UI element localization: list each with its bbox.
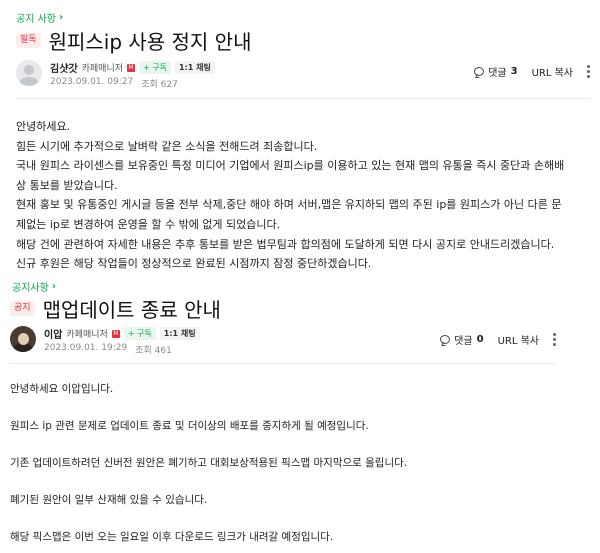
author-meta: 이압 카페매니저 M + 구독 1:1 채팅 2023.09.01. 19:29… [44, 326, 200, 356]
subscribe-button[interactable]: + 구독 [139, 61, 171, 74]
divider [10, 363, 556, 364]
chevron-right-icon: › [58, 12, 64, 23]
body-line: 현재 홍보 및 유통중인 게시글 등을 전부 삭제,중단 해야 하며 서버,맵은… [16, 198, 562, 212]
body-line: 안녕하세요 이압입니다. [10, 383, 114, 395]
post-body: 안녕하세요. 힘든 시기에 추가적으로 날벼락 같은 소식을 전해드려 죄송합니… [16, 117, 564, 274]
author-nickname[interactable]: 이압 [44, 326, 62, 341]
body-line: 제없는 ip로 변경하여 운영을 할 수 밖에 없게 되었습니다. [16, 217, 281, 231]
body-line: 국내 원피스 라이센스를 보유중인 특정 미디어 기업에서 원피스ip를 이용하… [16, 159, 565, 173]
body-line: 신규 후원은 해당 작업들이 정상적으로 완료된 시점까지 잠정 중단하겠습니다… [16, 257, 372, 271]
post-actions: 댓글 0 URL 복사 [440, 332, 556, 347]
chat-button[interactable]: 1:1 채팅 [159, 327, 200, 340]
author-role: 카페매니저 [66, 330, 108, 340]
chat-button[interactable]: 1:1 채팅 [174, 61, 215, 74]
category-link[interactable]: 공지 사항 › [16, 10, 63, 25]
title-row: 필독 원피스ip 사용 정지 안내 [16, 26, 252, 55]
body-line: 원피스 ip 관련 문제로 업데이트 종료 및 더이상의 배포를 중지하게 될 … [10, 420, 369, 432]
notice-badge: 공지 [10, 301, 35, 316]
body-line: 해당 픽스맵은 이번 오는 일요일 이후 다운로드 링크가 내려갈 예정입니다. [10, 531, 334, 543]
comment-label: 댓글 [488, 68, 507, 79]
body-line: 해당 건에 관련하여 자세한 내용은 추후 통보를 받은 법무팀과 합의점에 도… [16, 237, 555, 251]
comment-icon [440, 335, 451, 344]
body-line: 기존 업데이트하려던 신버전 원안은 폐기하고 대회보상적용된 픽스맵 마지막으… [10, 457, 408, 469]
comment-count: 0 [476, 334, 484, 345]
category-label[interactable]: 공지 사항 [16, 10, 56, 25]
view-count: 조회 627 [141, 80, 178, 90]
post-date: 2023.09.01. 19:29 [44, 343, 128, 353]
chevron-right-icon: › [51, 281, 56, 292]
category-link[interactable]: 공지사항 › [12, 279, 56, 294]
author-nickname[interactable]: 김샷갓 [50, 60, 78, 75]
body-line: 상 통보를 받았습니다. [16, 178, 118, 192]
comment-count: 3 [510, 66, 518, 77]
avatar[interactable] [16, 60, 42, 86]
page-title: 원피스ip 사용 정지 안내 [48, 30, 252, 54]
title-row: 공지 맵업데이트 종료 안내 [10, 294, 221, 323]
author-row: 김샷갓 카페매니저 M + 구독 1:1 채팅 2023.09.01. 09:2… [16, 60, 590, 90]
post-body: 안녕하세요 이압입니다. 원피스 ip 관련 문제로 업데이트 종료 및 더이상… [10, 381, 407, 544]
view-count: 조회 461 [135, 346, 172, 356]
url-copy-button[interactable]: URL 복사 [498, 332, 539, 347]
body-line: 안녕하세요. [16, 120, 71, 133]
more-options-icon[interactable] [587, 65, 590, 78]
comment-button[interactable]: 댓글 3 [474, 64, 518, 79]
comment-icon [474, 67, 485, 76]
body-line: 힘든 시기에 추가적으로 날벼락 같은 소식을 전해드려 죄송합니다. [16, 139, 318, 153]
avatar[interactable] [10, 326, 36, 352]
category-label[interactable]: 공지사항 [12, 279, 49, 294]
post-actions: 댓글 3 URL 복사 [474, 64, 590, 79]
required-badge: 필독 [16, 33, 41, 48]
body-line: 폐기된 원안이 일부 산재해 있을 수 있습니다. [10, 494, 208, 506]
comment-label: 댓글 [454, 336, 473, 347]
url-copy-button[interactable]: URL 복사 [532, 64, 573, 79]
author-row: 이압 카페매니저 M + 구독 1:1 채팅 2023.09.01. 19:29… [10, 326, 556, 356]
manager-icon: M [111, 329, 120, 338]
divider [16, 98, 590, 99]
subscribe-button[interactable]: + 구독 [123, 327, 156, 340]
more-options-icon[interactable] [553, 333, 556, 346]
comment-button[interactable]: 댓글 0 [440, 332, 484, 347]
author-meta: 김샷갓 카페매니저 M + 구독 1:1 채팅 2023.09.01. 09:2… [50, 60, 215, 90]
post-date: 2023.09.01. 09:27 [50, 77, 134, 87]
manager-icon: M [127, 63, 136, 72]
author-role: 카페매니저 [81, 64, 124, 74]
page-title: 맵업데이트 종료 안내 [42, 298, 221, 322]
